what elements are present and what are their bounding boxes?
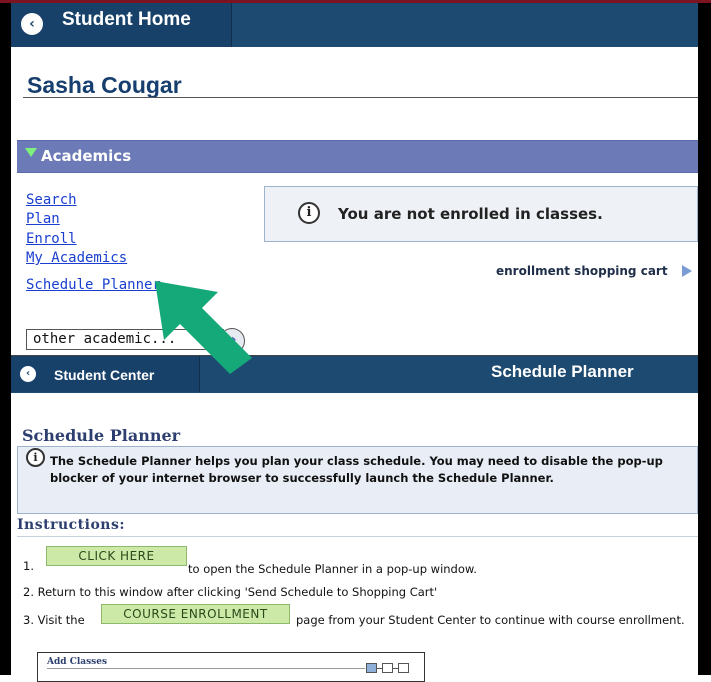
instructions-heading: Instructions:: [17, 517, 126, 533]
step-3-text: page from your Student Center to continu…: [296, 613, 685, 627]
back-chevron-icon-small[interactable]: ‹: [20, 366, 36, 382]
student-home-title[interactable]: Student Home: [62, 9, 191, 31]
step-3-prefix: 3. Visit the: [23, 613, 85, 627]
step-1-text: to open the Schedule Planner in a pop-up…: [188, 562, 477, 576]
academics-title: Academics: [41, 147, 132, 165]
collapse-triangle-icon[interactable]: [25, 148, 37, 157]
student-name: Sasha Cougar: [27, 72, 182, 98]
academics-link-plan[interactable]: Plan: [26, 211, 60, 227]
student-center-title[interactable]: Student Center: [54, 367, 154, 383]
add-classes-label: Add Classes: [47, 657, 108, 667]
progress-step-3: [398, 663, 409, 673]
progress-step-2: [382, 663, 393, 673]
schedule-planner-link[interactable]: Schedule Planner: [26, 277, 161, 293]
back-chevron-icon[interactable]: ‹: [21, 13, 43, 35]
add-classes-progress: [366, 663, 409, 674]
schedule-planner-info-text: The Schedule Planner helps you plan your…: [50, 454, 663, 485]
name-divider: [23, 97, 698, 98]
instructions-divider: [17, 536, 698, 537]
frame-right: [698, 0, 711, 675]
step-1-number: 1.: [23, 559, 34, 573]
frame-left: [0, 0, 11, 675]
academics-link-my-academics[interactable]: My Academics: [26, 250, 127, 266]
enrollment-shopping-cart-link[interactable]: enrollment shopping cart: [496, 264, 668, 278]
info-icon: i: [298, 202, 320, 224]
add-classes-divider: [47, 668, 365, 669]
frame-top: [0, 0, 711, 3]
course-enrollment-button[interactable]: COURSE ENROLLMENT: [101, 604, 290, 624]
not-enrolled-text: You are not enrolled in classes.: [338, 205, 603, 223]
schedule-planner-heading: Schedule Planner: [22, 426, 181, 445]
progress-step-1: [366, 663, 377, 673]
academics-link-enroll[interactable]: Enroll: [26, 231, 77, 247]
step-2-text: 2. Return to this window after clicking …: [23, 585, 438, 599]
academics-link-search[interactable]: Search: [26, 192, 77, 208]
arrow-right-icon[interactable]: [682, 265, 692, 277]
click-here-button[interactable]: CLICK HERE: [46, 546, 187, 566]
pointer-arrow-icon: [155, 281, 252, 374]
info-icon-planner: i: [26, 448, 45, 467]
schedule-planner-header-title: Schedule Planner: [491, 362, 634, 381]
